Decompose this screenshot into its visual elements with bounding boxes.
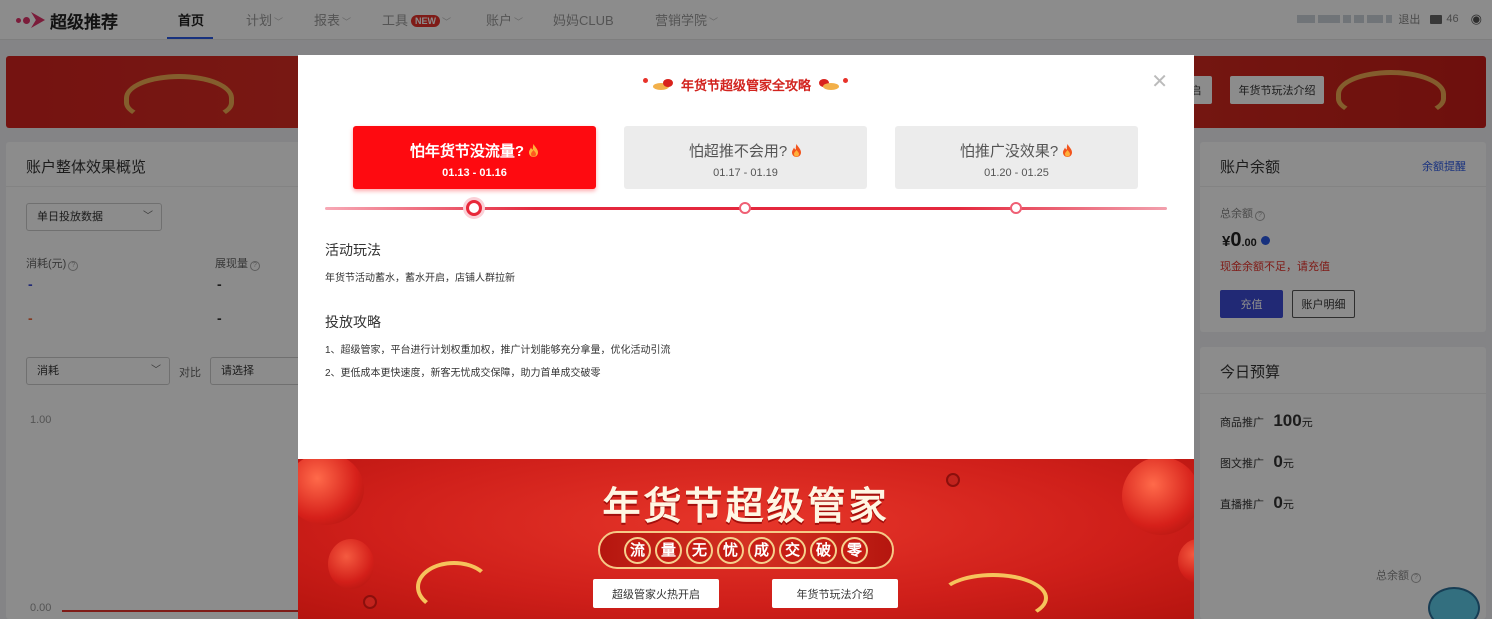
modal-header-title: 年货节超级管家全攻略 xyxy=(680,78,811,93)
tab-effect[interactable]: 怕推广没效果? 01.20 - 01.25 xyxy=(895,126,1138,189)
lantern-decoration xyxy=(1178,539,1194,583)
coin-decoration xyxy=(363,595,377,609)
promo-slogan: 流 量 无 忧 成 交 破 零 xyxy=(598,531,894,569)
timeline-node-active[interactable] xyxy=(466,200,482,216)
tab-traffic-title: 怕年货节没流量? xyxy=(409,143,525,160)
tab-effect-title: 怕推广没效果? xyxy=(959,143,1059,160)
modal-header: 年货节超级管家全攻略 xyxy=(298,75,1194,94)
promo-title: 年货节超级管家 xyxy=(602,486,890,528)
slogan-char: 量 xyxy=(655,536,682,564)
slogan-char: 破 xyxy=(810,536,837,564)
campaign-guide-modal: 年货节超级管家全攻略 ✕ 怕年货节没流量? 01.13 - 01.16 怕超推不… xyxy=(298,55,1194,619)
promo-guide-button[interactable]: 年货节玩法介绍 xyxy=(772,579,898,608)
tab-usage-date: 01.17 - 01.19 xyxy=(713,167,778,179)
promo-start-button[interactable]: 超级管家火热开启 xyxy=(593,579,719,608)
slogan-char: 忧 xyxy=(717,536,744,564)
tab-usage[interactable]: 怕超推不会用? 01.17 - 01.19 xyxy=(624,126,867,189)
flame-icon xyxy=(1063,144,1073,157)
section-title-strategy: 投放攻略 xyxy=(325,314,381,330)
section-text: 1、超级管家，平台进行计划权重加权，推广计划能够充分拿量，优化活动引流 xyxy=(325,345,671,356)
cloud-decoration xyxy=(938,573,1048,619)
close-icon[interactable]: ✕ xyxy=(1151,69,1168,94)
slogan-char: 交 xyxy=(779,536,806,564)
tab-traffic[interactable]: 怕年货节没流量? 01.13 - 01.16 xyxy=(353,126,596,189)
slogan-char: 零 xyxy=(841,536,868,564)
firecracker-icon xyxy=(643,78,677,92)
tab-effect-date: 01.20 - 01.25 xyxy=(984,167,1049,179)
tab-usage-title: 怕超推不会用? xyxy=(688,143,788,160)
tab-traffic-date: 01.13 - 01.16 xyxy=(442,167,507,179)
section-text: 2、更低成本更快速度，新客无忧成交保障，助力首单成交破零 xyxy=(325,368,601,379)
slogan-char: 无 xyxy=(686,536,713,564)
slogan-char: 成 xyxy=(748,536,775,564)
cloud-decoration xyxy=(416,561,492,613)
flame-icon xyxy=(792,144,802,157)
section-title-gameplay: 活动玩法 xyxy=(325,242,381,258)
timeline-node[interactable] xyxy=(1010,202,1022,214)
section-text: 年货节活动蓄水，蓄水开启，店铺人群拉新 xyxy=(325,273,515,284)
timeline-node[interactable] xyxy=(739,202,751,214)
firecracker-icon xyxy=(815,78,849,92)
flame-icon xyxy=(529,144,539,157)
lantern-decoration xyxy=(328,539,374,589)
slogan-char: 流 xyxy=(624,536,651,564)
promo-banner: 年货节超级管家 流 量 无 忧 成 交 破 零 超级管家火热开启 年货节玩法介绍 xyxy=(298,459,1194,619)
